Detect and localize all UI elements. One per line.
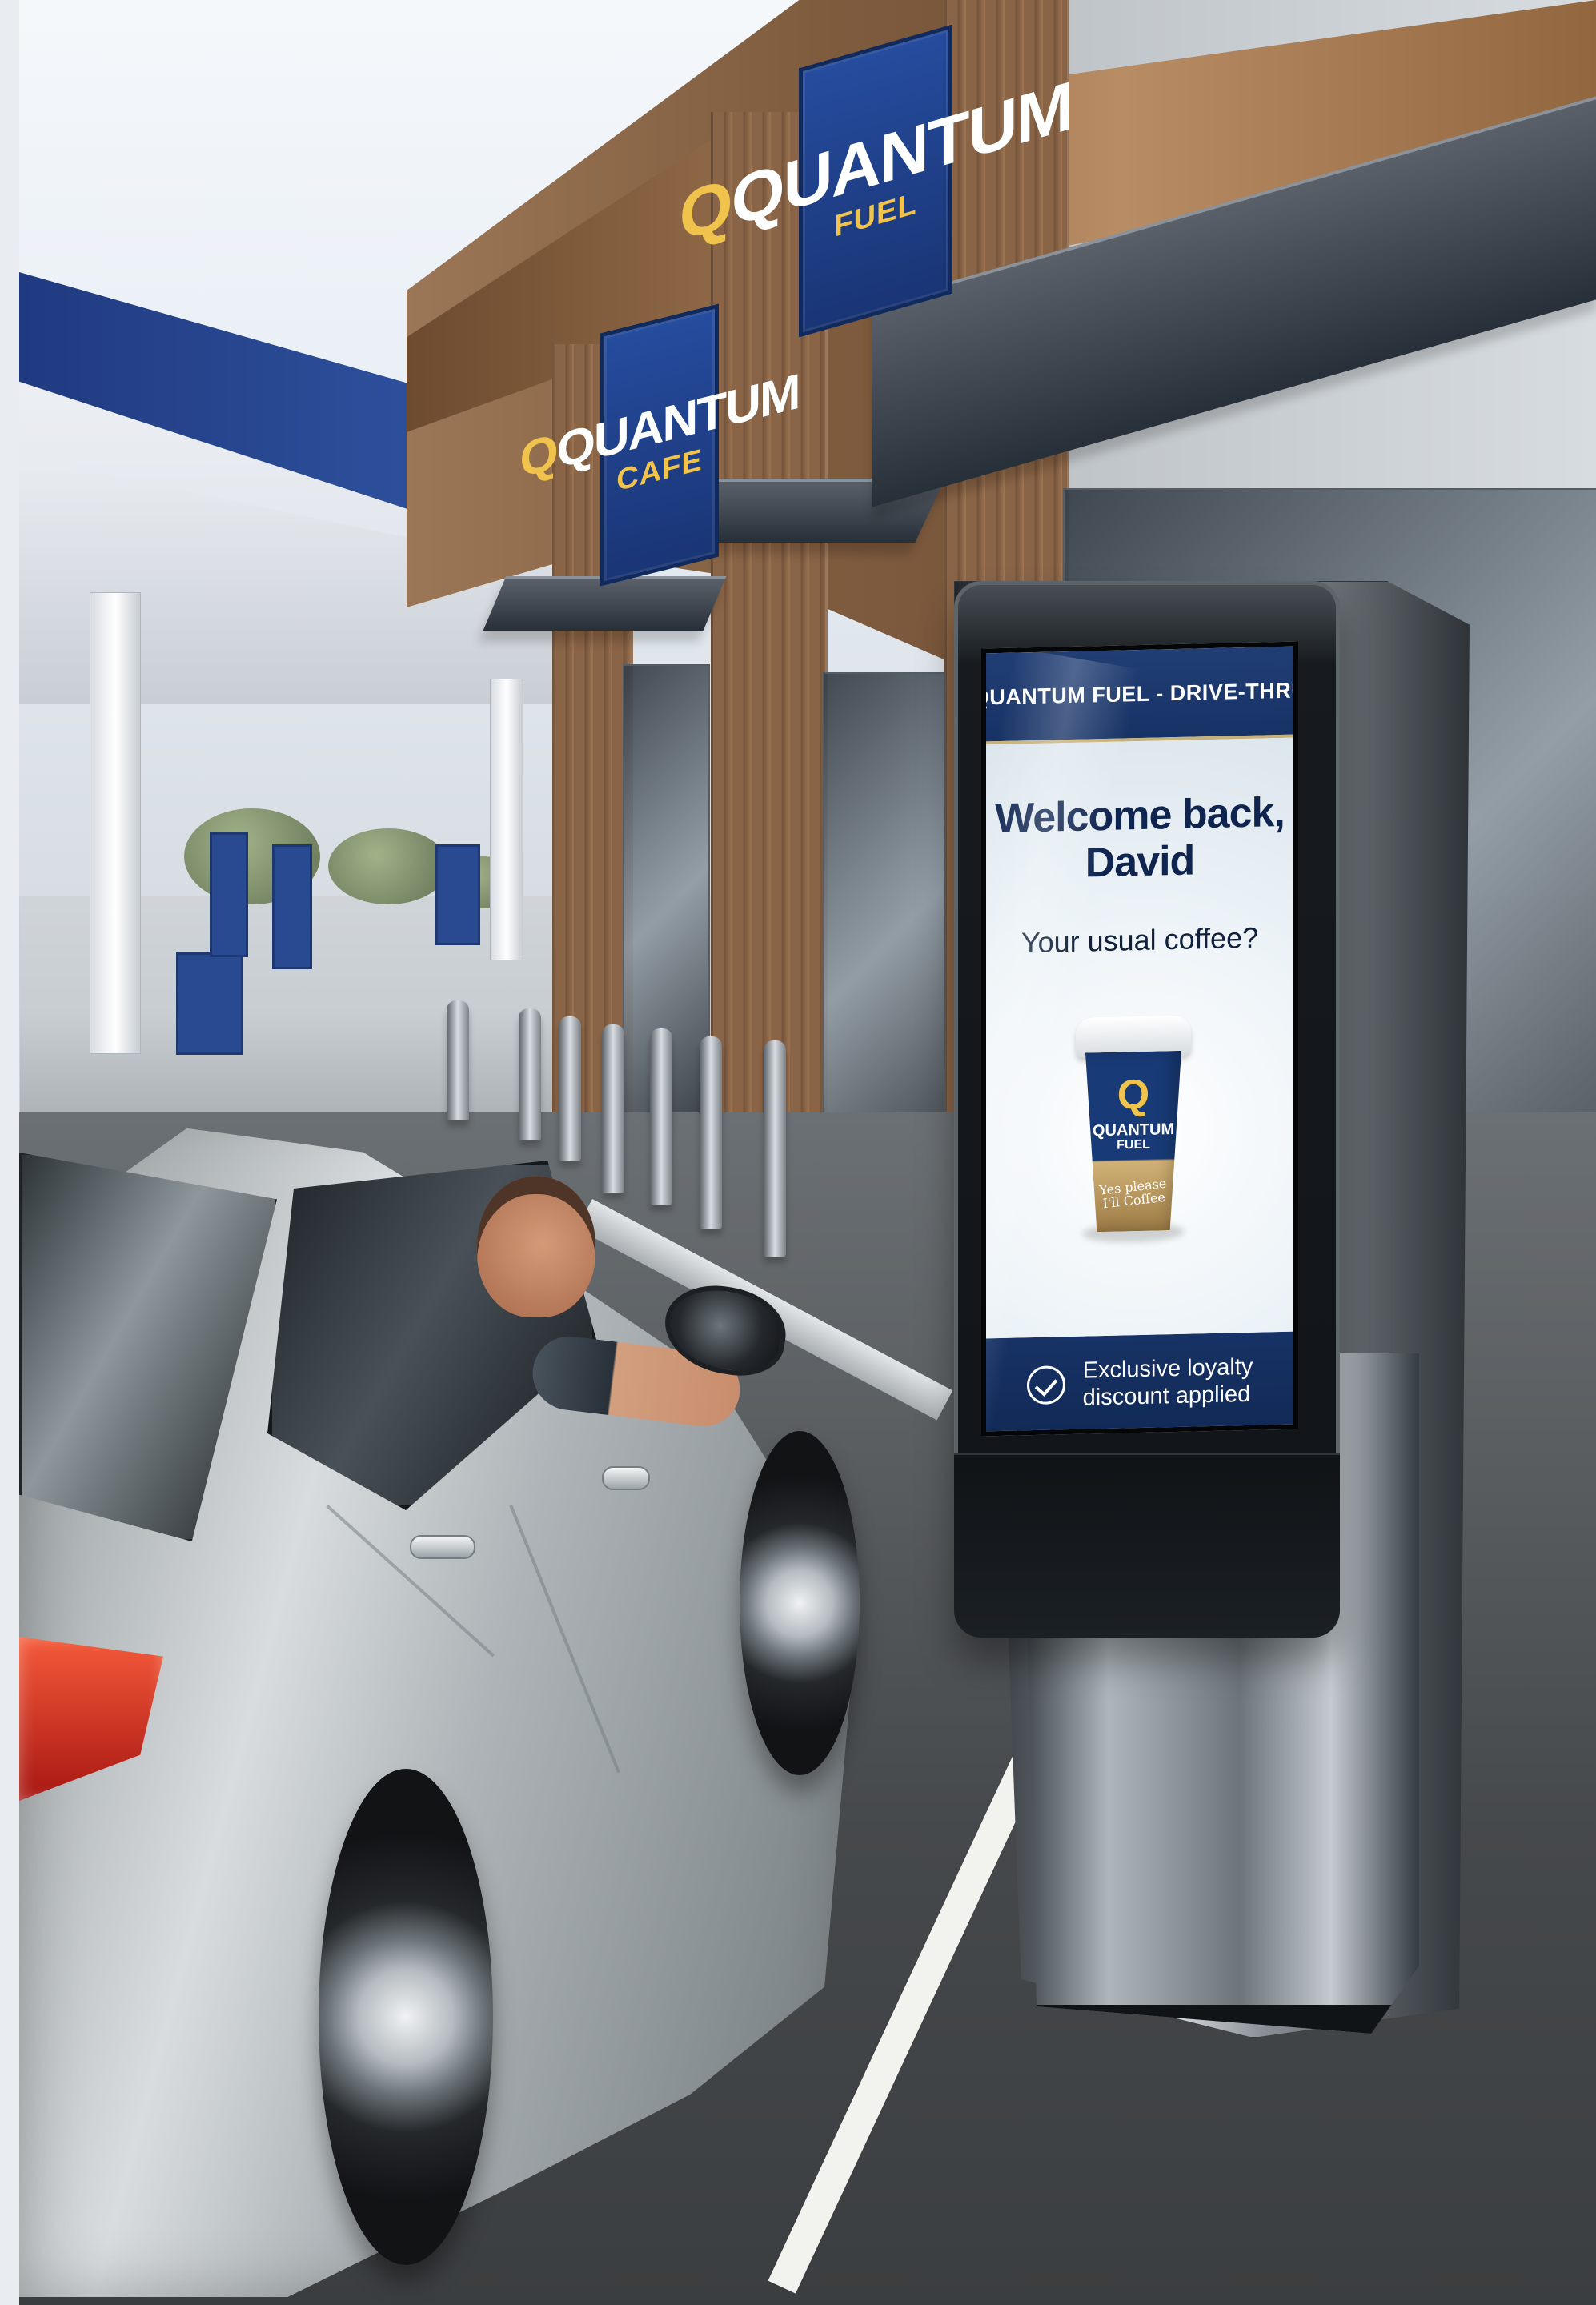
metal-bollard bbox=[447, 1000, 469, 1120]
loyalty-discount-banner: Exclusive loyalty discount applied bbox=[986, 1331, 1293, 1435]
distant-brand-sign bbox=[272, 844, 312, 969]
metal-bollard bbox=[764, 1040, 786, 1257]
distant-fuel-pump bbox=[176, 952, 243, 1055]
kiosk-bottom-bezel bbox=[954, 1453, 1340, 1638]
customer-name: David bbox=[1085, 837, 1195, 887]
cup-fuel-text: FUEL bbox=[1117, 1137, 1150, 1152]
drive-thru-photo-scene: QQUANTUM FUEL QQUANTUM CAFE QUANTUM FUEL… bbox=[0, 0, 1596, 2305]
welcome-message: Welcome back, David bbox=[986, 789, 1293, 889]
quantum-fuel-building-sign: QQUANTUM FUEL bbox=[680, 24, 1072, 338]
kiosk-display-frame: QUANTUM FUEL - DRIVE-THRU Welcome back, … bbox=[954, 581, 1340, 1638]
coffee-cup-image[interactable]: Q QUANTUM FUEL Yes please I'll Coffee bbox=[1076, 1015, 1191, 1250]
car-rear-wheel bbox=[319, 1769, 493, 2265]
loyalty-line-2: discount applied bbox=[1082, 1381, 1251, 1411]
distant-brand-sign bbox=[210, 832, 248, 957]
kiosk-screen[interactable]: QUANTUM FUEL - DRIVE-THRU Welcome back, … bbox=[981, 641, 1298, 1437]
car-front-wheel bbox=[740, 1431, 860, 1775]
drive-thru-kiosk: QUANTUM FUEL - DRIVE-THRU Welcome back, … bbox=[954, 581, 1470, 2038]
metal-bollard bbox=[700, 1036, 722, 1229]
car-door-handle bbox=[602, 1466, 650, 1490]
usual-coffee-question: Your usual coffee? bbox=[1021, 920, 1259, 960]
metal-bollard bbox=[650, 1028, 672, 1205]
distant-brand-sign bbox=[435, 844, 480, 945]
image-left-border bbox=[0, 0, 20, 2305]
loyalty-discount-text: Exclusive loyalty discount applied bbox=[1083, 1353, 1253, 1412]
loyalty-line-1: Exclusive loyalty bbox=[1082, 1353, 1253, 1384]
welcome-line-1: Welcome back, bbox=[995, 788, 1285, 843]
fuel-canopy-column bbox=[490, 679, 523, 960]
screen-header: QUANTUM FUEL - DRIVE-THRU bbox=[981, 646, 1298, 745]
metal-bollard bbox=[602, 1024, 624, 1193]
metal-bollard bbox=[519, 1008, 541, 1140]
cup-logo-q: Q bbox=[1117, 1071, 1150, 1119]
check-circle-icon bbox=[1026, 1365, 1065, 1405]
metal-bollard bbox=[559, 1016, 581, 1161]
driver-head bbox=[477, 1177, 595, 1317]
car-door-handle bbox=[410, 1535, 475, 1559]
background-tree bbox=[328, 828, 448, 904]
quantum-cafe-building-sign: QQUANTUM CAFE bbox=[519, 303, 800, 587]
fuel-canopy-column bbox=[90, 592, 141, 1054]
screen-welcome-panel: Welcome back, David Your usual coffee? Q… bbox=[986, 737, 1293, 1339]
